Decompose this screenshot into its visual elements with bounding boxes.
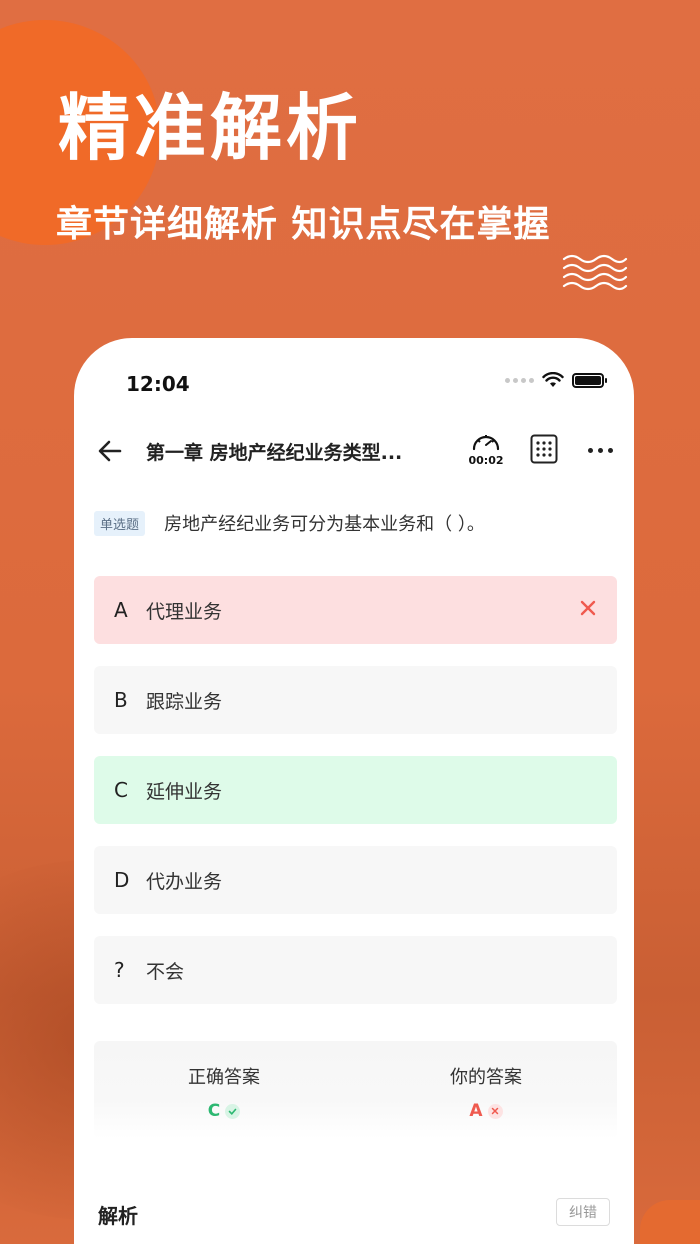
option-text: 代理业务 bbox=[146, 600, 223, 623]
question-text: 房地产经纪业务可分为基本业务和（ ）。 bbox=[164, 514, 485, 535]
nav-bar: 第一章 房地产经纪业务类型... 00:02 bbox=[74, 428, 634, 474]
option-b[interactable]: B 跟踪业务 bbox=[94, 666, 617, 734]
more-icon[interactable] bbox=[588, 448, 613, 453]
option-d[interactable]: D 代办业务 bbox=[94, 846, 617, 914]
signal-dots-icon bbox=[505, 377, 534, 383]
status-icons bbox=[505, 372, 607, 388]
decorative-corner bbox=[640, 1200, 700, 1244]
grid-icon[interactable] bbox=[530, 434, 558, 464]
wave-decoration-icon bbox=[562, 254, 628, 291]
phone-frame: 12:04 第一章 房地产经纪业务类型... 00:02 单选题 房地产经纪业务… bbox=[74, 338, 634, 1244]
wifi-icon bbox=[542, 372, 564, 387]
option-text: 延伸业务 bbox=[146, 780, 223, 803]
option-c[interactable]: C 延伸业务 bbox=[94, 756, 617, 824]
status-time: 12:04 bbox=[126, 372, 190, 396]
promo-subline: 章节详细解析 知识点尽在掌握 bbox=[56, 204, 551, 245]
analysis-title: 解析 bbox=[98, 1204, 138, 1228]
option-text: 不会 bbox=[146, 960, 185, 983]
battery-icon bbox=[572, 372, 607, 388]
report-error-button[interactable]: 纠错 bbox=[556, 1198, 610, 1226]
option-letter: D bbox=[114, 868, 130, 892]
stopwatch-icon bbox=[472, 435, 500, 451]
option-letter: C bbox=[114, 778, 128, 802]
arrow-left-icon[interactable] bbox=[96, 437, 124, 465]
answer-summary: 正确答案 C 你的答案 A bbox=[94, 1041, 617, 1139]
option-letter: B bbox=[114, 688, 128, 712]
option-text: 代办业务 bbox=[146, 870, 223, 893]
check-icon bbox=[225, 1103, 241, 1119]
chapter-title: 第一章 房地产经纪业务类型... bbox=[146, 442, 403, 464]
correct-answer-value: C bbox=[207, 1101, 221, 1121]
question-type-badge: 单选题 bbox=[94, 510, 146, 536]
your-answer: 你的答案 A bbox=[386, 1063, 586, 1121]
option-text: 跟踪业务 bbox=[146, 690, 223, 713]
question-block: 单选题 房地产经纪业务可分为基本业务和（ ）。 bbox=[94, 510, 614, 536]
timer-button[interactable]: 00:02 bbox=[468, 430, 504, 467]
your-answer-value: A bbox=[469, 1101, 483, 1121]
timer-label: 00:02 bbox=[468, 454, 504, 467]
option-dont-know[interactable]: ? 不会 bbox=[94, 936, 617, 1004]
cross-icon bbox=[487, 1103, 503, 1119]
option-letter: A bbox=[114, 598, 128, 622]
close-icon bbox=[580, 600, 596, 616]
correct-answer-label: 正确答案 bbox=[188, 1067, 260, 1088]
promo-headline: 精准解析 bbox=[58, 86, 363, 170]
correct-answer: 正确答案 C bbox=[124, 1063, 324, 1121]
option-a[interactable]: A 代理业务 bbox=[94, 576, 617, 644]
option-letter: ? bbox=[114, 958, 125, 982]
your-answer-label: 你的答案 bbox=[450, 1067, 522, 1088]
